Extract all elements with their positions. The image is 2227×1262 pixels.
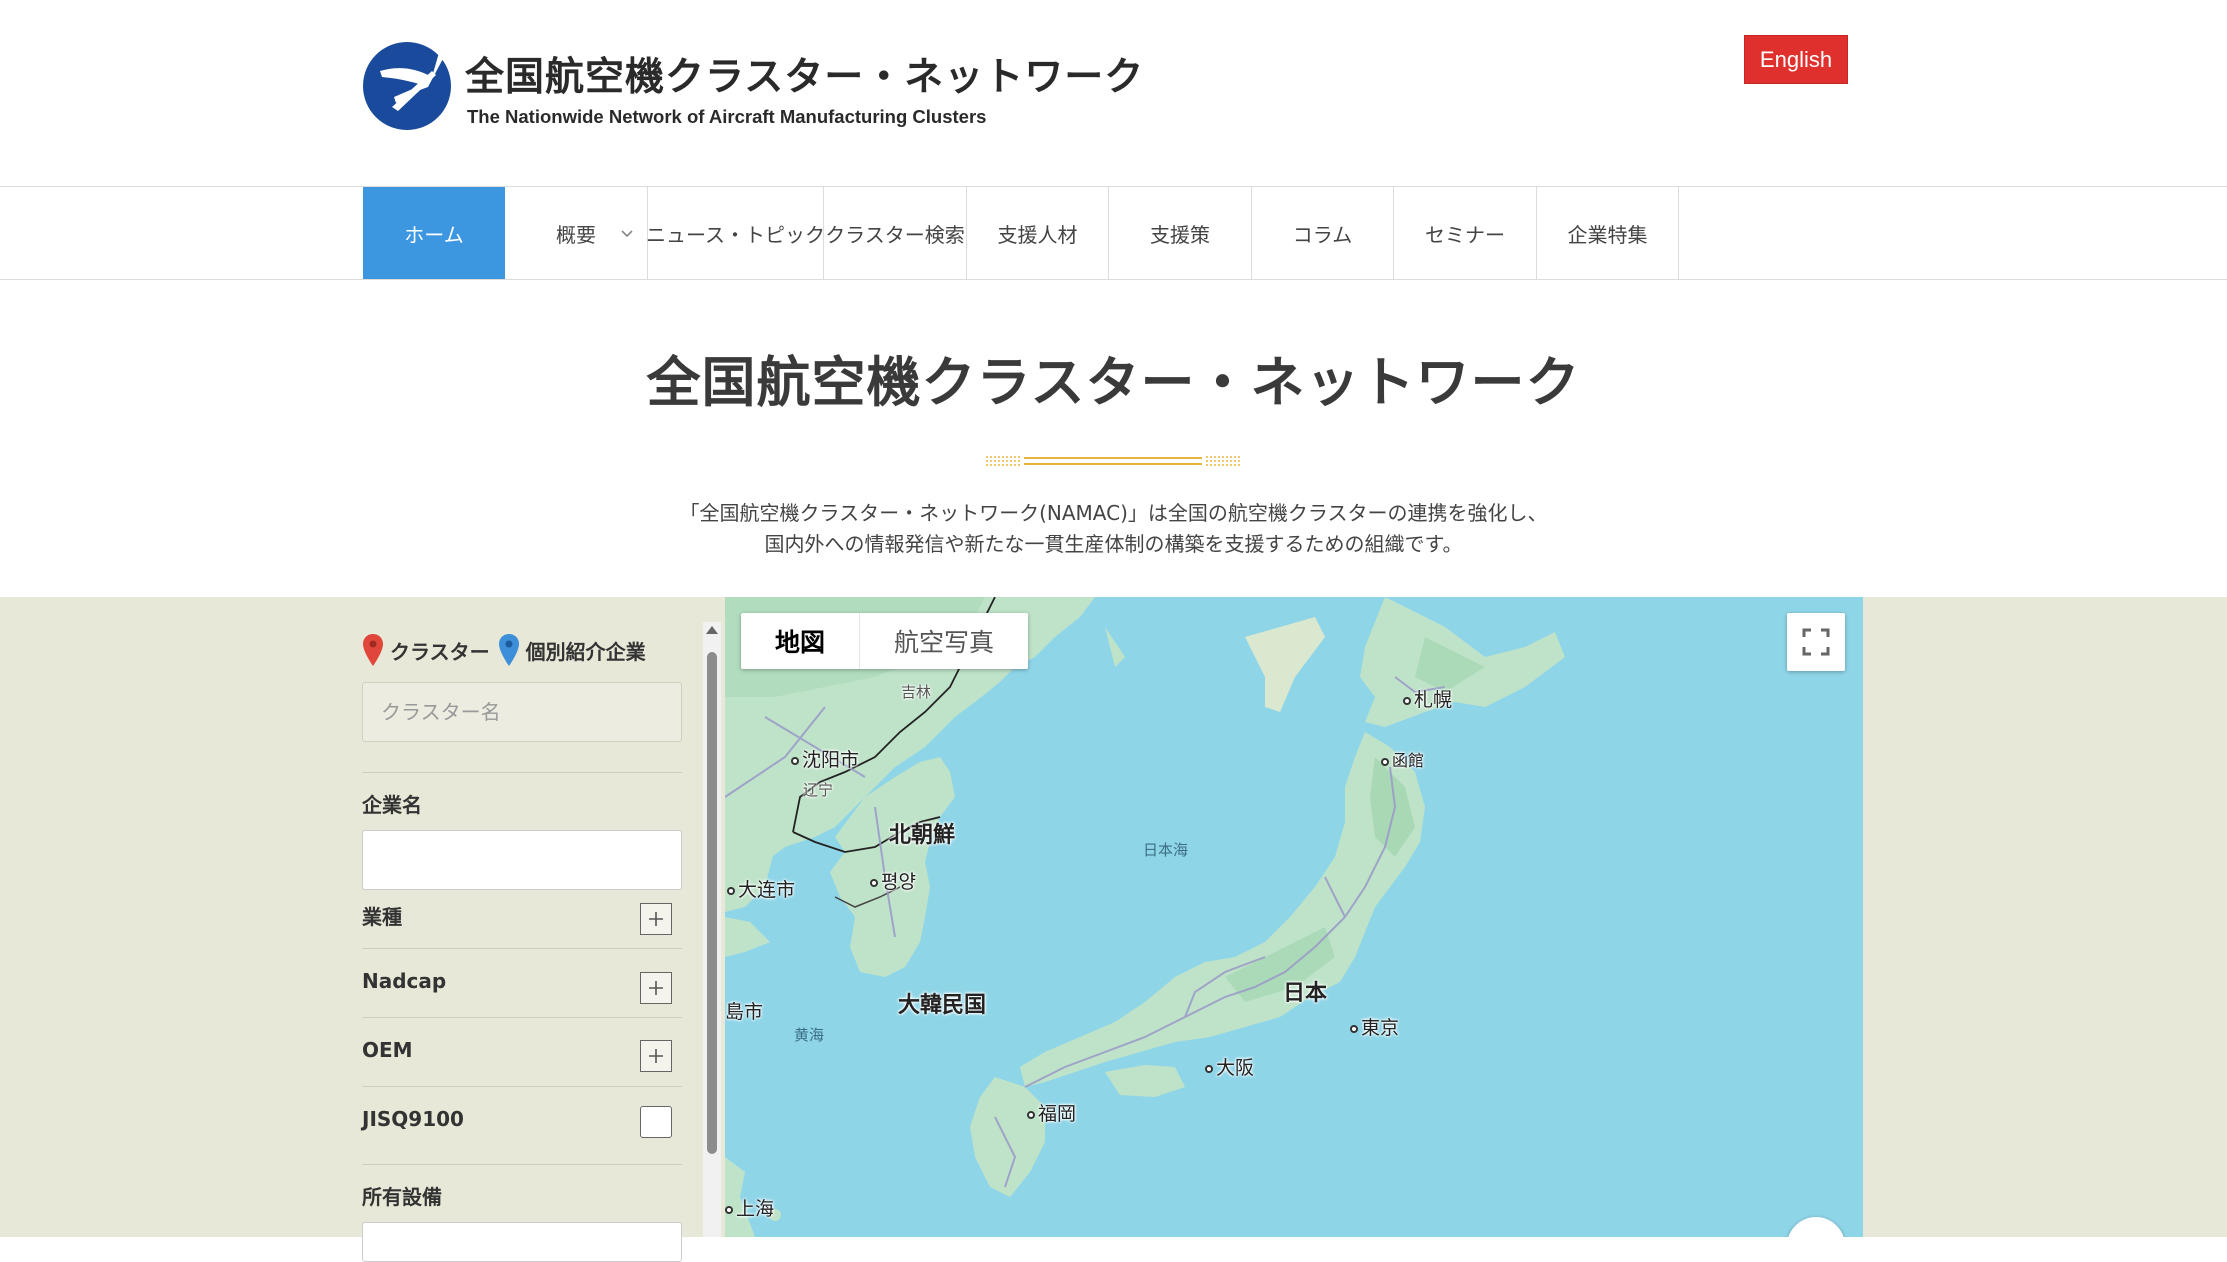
divider: [362, 1017, 682, 1018]
map-label-liaoning: 辽宁: [803, 781, 834, 799]
map-type-satellite-button[interactable]: 航空写真: [860, 613, 1028, 669]
nav-overview[interactable]: 概要: [505, 187, 648, 279]
intro-line-1: 「全国航空機クラスター・ネットワーク(NAMAC)」は全国の航空機クラスターの連…: [679, 501, 1548, 525]
nav-seminar[interactable]: セミナー: [1394, 187, 1537, 279]
city-dot-icon: [1381, 757, 1389, 766]
divider: [362, 948, 682, 949]
scrollbar-thumb[interactable]: [707, 652, 717, 1154]
city-dot-icon: [725, 1205, 733, 1214]
cluster-map[interactable]: 地図 航空写真 吉林 沈阳市 辽宁 北朝鮮 평양 大连市 大韓民国 島市 黄海 …: [725, 597, 1863, 1237]
plus-icon: [649, 981, 663, 995]
map-label-qingdao: 島市: [725, 1001, 764, 1023]
panel-scrollbar[interactable]: [703, 622, 721, 1237]
city-dot-icon: [1403, 696, 1411, 705]
logo-title: 全国航空機クラスター・ネットワーク: [465, 55, 1145, 100]
scroll-up-arrow-icon[interactable]: [706, 626, 718, 634]
nav-overview-label: 概要: [556, 222, 596, 247]
map-label-sapporo: 札幌: [1403, 685, 1452, 712]
nadcap-expand-button[interactable]: [640, 972, 672, 1004]
industry-expand-button[interactable]: [640, 903, 672, 935]
equipment-label: 所有設備: [362, 1185, 442, 1209]
map-label-jilin: 吉林: [901, 683, 932, 701]
map-label-shanghai: 上海: [725, 1194, 774, 1221]
map-label-fukuoka: 福岡: [1027, 1099, 1076, 1126]
map-label-hakodate: 函館: [1381, 747, 1424, 771]
map-legend: クラスター 個別紹介企業: [362, 627, 654, 667]
logo-subtitle: The Nationwide Network of Aircraft Manuf…: [467, 106, 987, 127]
page-title: 全国航空機クラスター・ネットワーク: [646, 351, 1581, 414]
company-name-label: 企業名: [362, 793, 422, 817]
map-label-osaka: 大阪: [1205, 1053, 1254, 1080]
intro-line-2: 国内外への情報発信や新たな一貫生産体制の構築を支援するための組織です。: [764, 532, 1463, 556]
map-label-yellow-sea: 黄海: [794, 1026, 825, 1044]
oem-label: OEM: [362, 1038, 413, 1062]
fullscreen-button[interactable]: [1787, 613, 1845, 671]
cluster-search-section: クラスター 個別紹介企業 企業名 業種 Nadcap OEM JISQ9100 …: [0, 597, 2227, 1262]
intro-text: 「全国航空機クラスター・ネットワーク(NAMAC)」は全国の航空機クラスターの連…: [0, 498, 2227, 560]
company-pin-icon: [498, 634, 519, 666]
logo-emblem-icon: [363, 42, 451, 130]
city-dot-icon: [1027, 1110, 1035, 1119]
map-label-pyongyang: 평양: [870, 867, 916, 894]
map-label-shenyang: 沈阳市: [791, 745, 859, 772]
city-dot-icon: [727, 886, 735, 895]
nav-news[interactable]: ニュース・トピック: [646, 187, 825, 279]
nav-support-policy[interactable]: 支援策: [1109, 187, 1252, 279]
site-logo[interactable]: 全国航空機クラスター・ネットワーク The Nationwide Network…: [362, 38, 1143, 138]
search-panel: クラスター 個別紹介企業 企業名 業種 Nadcap OEM JISQ9100 …: [362, 597, 682, 1262]
nav-home[interactable]: ホーム: [363, 187, 505, 279]
legend-company-label: 個別紹介企業: [525, 640, 646, 664]
nav-company-feature[interactable]: 企業特集: [1537, 187, 1679, 279]
map-label-dalian: 大连市: [727, 875, 795, 902]
map-type-map-button[interactable]: 地図: [741, 613, 861, 669]
cluster-pin-icon: [363, 634, 383, 666]
map-label-sea-of-japan: 日本海: [1143, 841, 1189, 859]
map-label-south-korea: 大韓民国: [898, 993, 987, 1018]
map-label-tokyo: 東京: [1350, 1013, 1399, 1040]
nav-cluster-search[interactable]: クラスター検索: [824, 187, 967, 279]
nadcap-label: Nadcap: [362, 969, 447, 993]
divider: [362, 772, 682, 773]
map-label-japan: 日本: [1283, 981, 1328, 1006]
chevron-down-icon: [621, 230, 633, 238]
divider: [362, 1086, 682, 1087]
legend-cluster-label: クラスター: [390, 640, 490, 664]
site-header: 全国航空機クラスター・ネットワーク The Nationwide Network…: [0, 0, 2227, 187]
main-nav: ホーム 概要 ニュース・トピック クラスター検索 支援人材 支援策 コラム セミ…: [0, 186, 2227, 280]
english-button[interactable]: English: [1744, 35, 1848, 84]
fullscreen-icon: [1802, 628, 1830, 656]
city-dot-icon: [1205, 1064, 1213, 1073]
city-dot-icon: [870, 878, 878, 887]
plus-icon: [649, 1049, 663, 1063]
equipment-input[interactable]: [362, 1222, 682, 1262]
map-type-control: 地図 航空写真: [741, 613, 1029, 669]
oem-expand-button[interactable]: [640, 1040, 672, 1072]
nav-support-staff[interactable]: 支援人材: [967, 187, 1109, 279]
industry-label: 業種: [362, 905, 402, 929]
nav-column[interactable]: コラム: [1252, 187, 1394, 279]
map-base-layer: [725, 597, 1565, 1237]
jisq9100-label: JISQ9100: [362, 1107, 464, 1131]
company-name-input[interactable]: [362, 830, 682, 890]
plus-icon: [649, 912, 663, 926]
map-label-north-korea: 北朝鮮: [889, 823, 956, 848]
divider: [362, 1164, 682, 1165]
city-dot-icon: [791, 756, 799, 765]
jisq9100-checkbox[interactable]: [640, 1106, 672, 1138]
cluster-name-input[interactable]: [362, 682, 682, 742]
city-dot-icon: [1350, 1024, 1358, 1033]
title-divider: [986, 456, 1240, 466]
